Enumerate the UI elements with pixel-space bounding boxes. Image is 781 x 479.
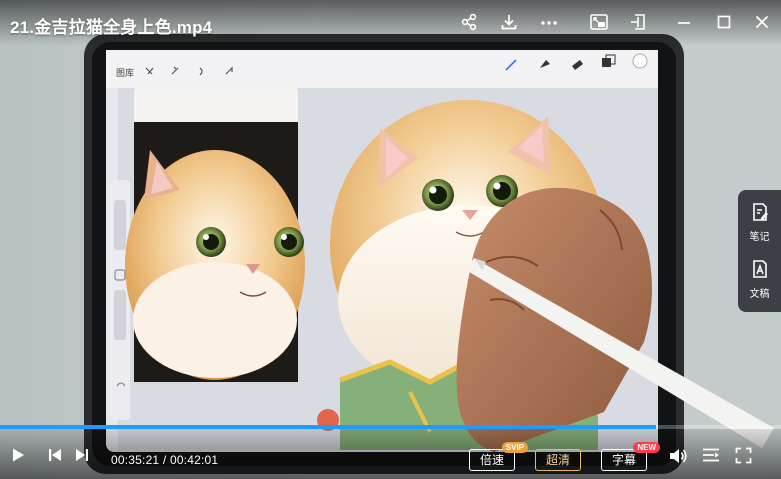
control-bar: 00:35:21 / 00:42:01 倍速 SVIP 超清 字幕 NEW [0, 429, 781, 479]
speed-label: 倍速 [479, 453, 504, 467]
more-button[interactable] [538, 11, 560, 33]
volume-icon [670, 449, 687, 463]
pin-icon [631, 14, 645, 30]
pin-button[interactable] [628, 11, 650, 33]
playback-speed-button[interactable]: 倍速 SVIP [469, 442, 528, 471]
time-separator: / [162, 453, 167, 467]
download-button[interactable] [498, 11, 520, 33]
total-time: 00:42:01 [169, 453, 219, 467]
minimize-button[interactable] [673, 11, 695, 33]
notes-button[interactable]: 笔记 [738, 196, 781, 248]
download-icon [501, 15, 517, 30]
quality-label: 超清 [545, 453, 570, 467]
new-badge: NEW [633, 442, 660, 453]
minimize-icon [678, 22, 690, 24]
picture-in-picture-button[interactable] [588, 11, 610, 33]
subtitle-label: 字幕 [611, 453, 636, 467]
time-display: 00:35:21 / 00:42:01 [111, 453, 218, 467]
svip-badge: SVIP [501, 442, 528, 453]
docs-button[interactable]: 文稿 [738, 253, 781, 305]
maximize-icon [717, 15, 731, 29]
playlist-icon [703, 448, 719, 462]
previous-button[interactable] [47, 447, 63, 463]
fullscreen-button[interactable] [735, 447, 752, 464]
share-button[interactable] [458, 11, 480, 33]
close-icon [755, 15, 769, 29]
fullscreen-icon [735, 447, 752, 464]
playlist-button[interactable] [702, 447, 720, 463]
video-title: 21.金吉拉猫全身上色.mp4 [10, 18, 213, 37]
top-bar: 21.金吉拉猫全身上色.mp4 [0, 0, 781, 46]
maximize-button[interactable] [713, 11, 735, 33]
close-button[interactable] [751, 11, 773, 33]
document-ai-icon [753, 260, 767, 278]
video-frame[interactable]: 图库 [0, 0, 781, 479]
skip-previous-icon [49, 449, 61, 461]
skip-next-icon [76, 449, 88, 461]
picture-in-picture-icon [590, 14, 608, 30]
next-button[interactable] [74, 447, 90, 463]
current-time: 00:35:21 [111, 453, 160, 467]
side-panel: 笔记 文稿 [738, 190, 781, 312]
video-player[interactable]: 图库 21.金吉拉猫全身上色.mp4 笔记 文稿 00:35:21 / 00:4… [0, 0, 781, 479]
notes-label: 笔记 [749, 232, 770, 243]
subtitle-button[interactable]: 字幕 NEW [601, 442, 660, 471]
more-icon [541, 21, 557, 25]
docs-label: 文稿 [749, 289, 770, 300]
quality-button[interactable]: 超清 [535, 449, 581, 471]
volume-button[interactable] [668, 447, 688, 465]
app-gallery-label: 图库 [116, 67, 134, 78]
notes-icon [753, 203, 768, 221]
play-button[interactable] [10, 447, 26, 463]
video-scene: 图库 [84, 34, 774, 474]
share-icon [461, 13, 477, 31]
play-icon [13, 448, 24, 462]
